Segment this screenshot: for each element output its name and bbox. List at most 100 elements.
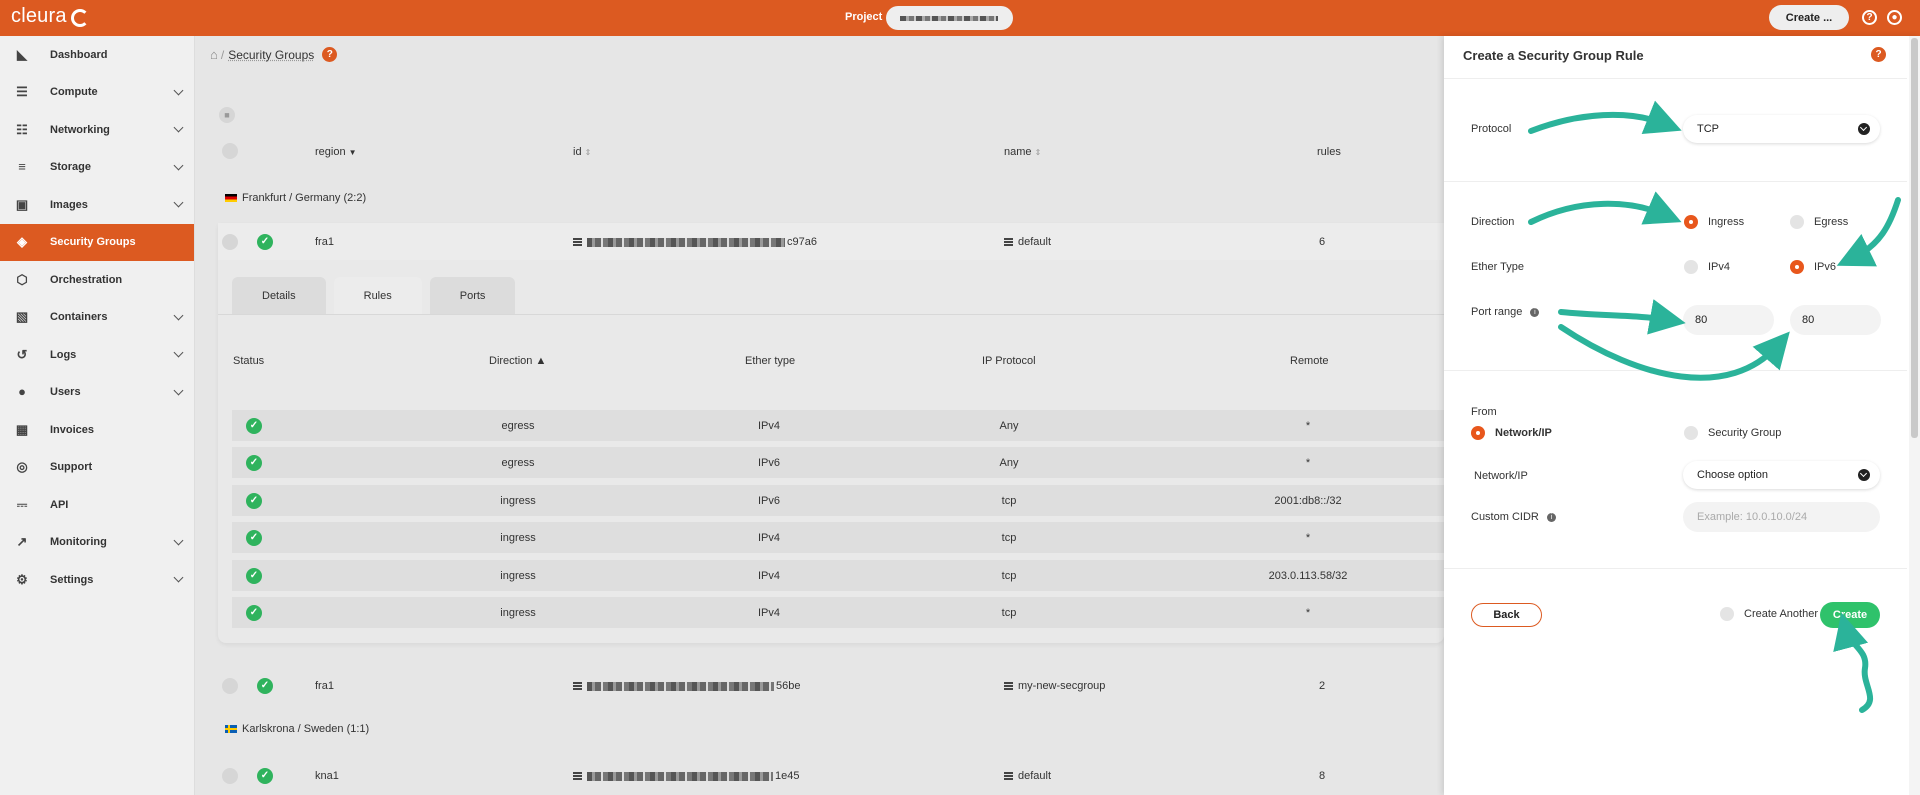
- row-id[interactable]: 1e45: [573, 770, 799, 782]
- row-name[interactable]: default: [1004, 770, 1051, 782]
- tab-details[interactable]: Details: [232, 277, 326, 314]
- delete-icon[interactable]: ■: [219, 107, 235, 123]
- panel-help-icon[interactable]: ?: [1871, 47, 1886, 62]
- cleura-logo[interactable]: cleura: [11, 5, 89, 28]
- group-icon: [1004, 772, 1013, 780]
- sidebar-item-storage[interactable]: ≡ Storage: [0, 149, 194, 187]
- project-selector[interactable]: [886, 6, 1013, 30]
- sidebar-item-containers[interactable]: ▧ Containers: [0, 299, 194, 337]
- sidebar-item-monitoring[interactable]: ↗ Monitoring: [0, 524, 194, 562]
- sidebar-item-images[interactable]: ▣ Images: [0, 186, 194, 224]
- id-icon: [573, 772, 582, 780]
- chevron-down-icon: [173, 122, 184, 133]
- sidebar-item-security-groups[interactable]: ◈ Security Groups: [0, 223, 194, 261]
- sidebar-item-label: Support: [50, 461, 93, 474]
- sidebar-item-settings[interactable]: ⚙ Settings: [0, 561, 194, 599]
- row-id[interactable]: 56be: [573, 680, 800, 692]
- rules-header-direction[interactable]: Direction ▲: [489, 355, 546, 367]
- sidebar-item-api[interactable]: ⎓ API: [0, 486, 194, 524]
- panel-scrollbar[interactable]: [1909, 36, 1920, 795]
- network-ip-select[interactable]: Choose option: [1683, 461, 1880, 489]
- user-account-icon[interactable]: ●: [1887, 10, 1902, 25]
- sidebar-item-users[interactable]: ● Users: [0, 374, 194, 412]
- rule-row[interactable]: ✓ egress IPv4 Any *: [232, 410, 1444, 443]
- table-row[interactable]: [218, 223, 1444, 260]
- port-to-input[interactable]: [1790, 305, 1881, 335]
- chevron-down-icon: [173, 160, 184, 170]
- rule-direction: ingress: [500, 607, 536, 619]
- sidebar-item-label: Users: [50, 386, 81, 399]
- custom-cidr-input[interactable]: [1683, 502, 1880, 532]
- group-icon: [1004, 238, 1013, 246]
- column-header-region[interactable]: region ▼: [315, 146, 357, 158]
- create-menu-button[interactable]: Create ...: [1769, 5, 1849, 30]
- protocol-select[interactable]: TCP: [1683, 115, 1880, 143]
- divider: [1444, 370, 1907, 371]
- rule-row[interactable]: ✓ ingress IPv4 tcp *: [232, 597, 1444, 630]
- rules-header-remote: Remote: [1290, 355, 1329, 367]
- status-ok-icon: ✓: [246, 455, 262, 472]
- top-bar: cleura Project Create ... ? ●: [0, 0, 1920, 36]
- sidebar-item-logs[interactable]: ↺ Logs: [0, 336, 194, 374]
- row-checkbox[interactable]: [222, 768, 238, 784]
- row-rules-count: 2: [1319, 680, 1326, 692]
- rule-row[interactable]: ✓ egress IPv6 Any *: [232, 447, 1444, 481]
- sidebar-item-label: Images: [50, 198, 88, 211]
- row-name[interactable]: default: [1004, 236, 1051, 248]
- rule-direction: egress: [501, 420, 535, 432]
- tab-divider: [218, 314, 1444, 315]
- calculator-icon: ▦: [15, 421, 29, 437]
- row-checkbox[interactable]: [222, 234, 238, 250]
- help-icon[interactable]: ?: [1862, 10, 1877, 25]
- row-id[interactable]: c97a6: [573, 236, 817, 248]
- redacted-project-name: [900, 16, 998, 21]
- sidebar-item-networking[interactable]: ☷ Networking: [0, 111, 194, 149]
- sidebar-item-label: Security Groups: [50, 236, 136, 249]
- sidebar-item-label: Invoices: [50, 423, 95, 436]
- ether-ipv6-radio[interactable]: IPv6: [1790, 260, 1836, 274]
- back-button[interactable]: Back: [1471, 603, 1542, 627]
- from-security-group-radio[interactable]: Security Group: [1684, 426, 1781, 440]
- sidebar-item-dashboard[interactable]: ◣ Dashboard: [0, 36, 194, 74]
- tab-rules[interactable]: Rules: [333, 277, 422, 314]
- info-icon[interactable]: i: [1530, 307, 1540, 317]
- sidebar-item-invoices[interactable]: ▦ Invoices: [0, 411, 194, 449]
- ether-ipv4-radio[interactable]: IPv4: [1684, 260, 1730, 274]
- sidebar-item-orchestration[interactable]: ⬡ Orchestration: [0, 261, 194, 299]
- direction-ingress-radio[interactable]: Ingress: [1684, 215, 1744, 229]
- page-title[interactable]: Security Groups: [228, 48, 314, 62]
- shield-icon: ◈: [17, 234, 27, 250]
- chevron-down-icon: [1858, 123, 1870, 135]
- status-ok-icon: ✓: [246, 605, 262, 621]
- help-icon[interactable]: ?: [322, 47, 338, 62]
- home-icon[interactable]: ⌂: [210, 47, 218, 62]
- status-ok-icon: ✓: [257, 768, 273, 784]
- row-name[interactable]: my-new-secgroup: [1004, 680, 1105, 692]
- create-button[interactable]: Create: [1820, 602, 1880, 628]
- status-ok-icon: ✓: [246, 530, 262, 547]
- create-another-checkbox[interactable]: Create Another: [1720, 607, 1818, 621]
- rule-direction: ingress: [500, 532, 536, 545]
- history-icon: ↺: [16, 346, 28, 362]
- sidebar-item-label: Orchestration: [50, 273, 123, 286]
- row-checkbox[interactable]: [222, 678, 238, 694]
- rule-ether: IPv6: [757, 494, 781, 507]
- status-ok-icon: ✓: [257, 678, 273, 694]
- tab-ports[interactable]: Ports: [429, 277, 516, 314]
- breadcrumb: ⌂ / Security Groups ?: [210, 47, 338, 62]
- column-header-name[interactable]: name ⇕: [1004, 146, 1041, 158]
- chevron-down-icon: [173, 385, 184, 395]
- from-network-radio[interactable]: Network/IP: [1471, 426, 1552, 440]
- rule-row[interactable]: ✓ ingress IPv4 tcp *: [232, 522, 1444, 556]
- rule-row[interactable]: ✓ ingress IPv6 tcp 2001:db8::/32: [232, 484, 1444, 518]
- rule-row[interactable]: ✓ ingress IPv4 tcp 203.0.113.58/32: [232, 559, 1444, 593]
- sidebar-item-support[interactable]: ◎ Support: [0, 449, 194, 487]
- direction-egress-radio[interactable]: Egress: [1790, 215, 1848, 229]
- column-header-id[interactable]: id ⇕: [573, 146, 591, 158]
- info-icon[interactable]: i: [1546, 512, 1556, 522]
- select-all-checkbox[interactable]: [222, 143, 238, 159]
- port-from-input[interactable]: [1683, 305, 1774, 335]
- sidebar-item-compute[interactable]: ☰ Compute: [0, 74, 194, 112]
- rule-ether: IPv4: [757, 420, 781, 432]
- column-header-rules[interactable]: rules: [1317, 146, 1341, 158]
